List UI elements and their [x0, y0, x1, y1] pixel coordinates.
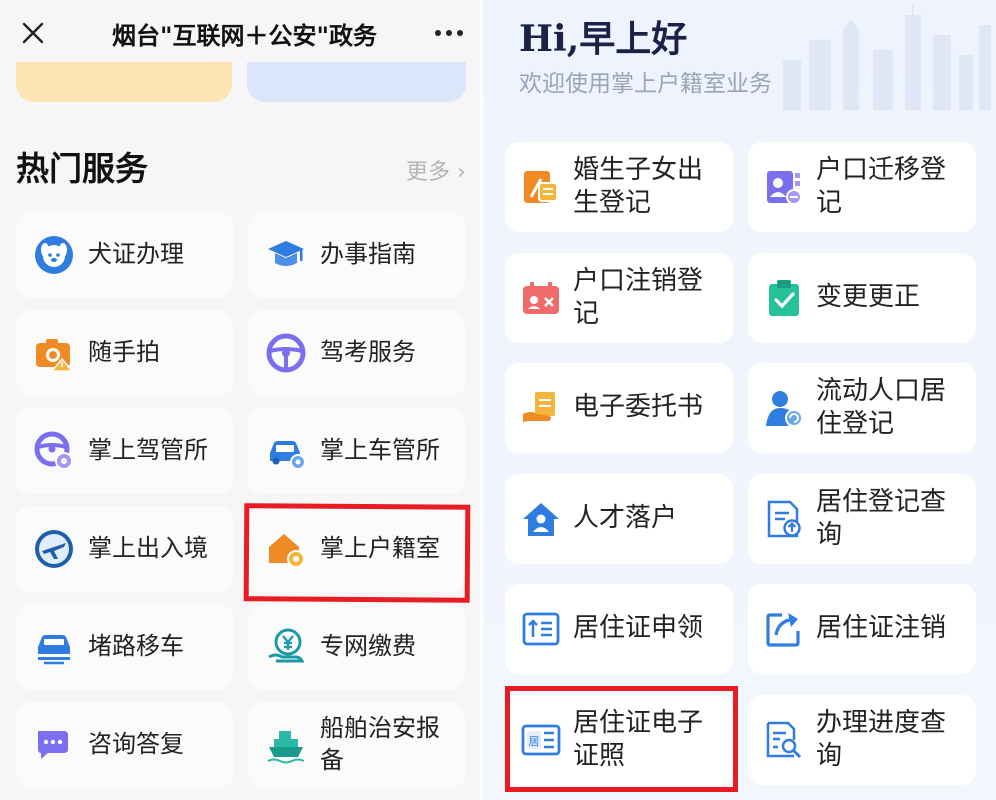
service-label: 电子委托书 — [573, 392, 704, 422]
service-label: 婚生子女出生登记 — [573, 155, 704, 218]
service-driving-test[interactable]: 驾考服务 — [248, 310, 465, 396]
dog-icon — [34, 235, 74, 275]
greeting: Hi,早上好 — [519, 18, 688, 60]
household-cancel-icon — [521, 278, 561, 318]
service-label: 专网缴费 — [320, 632, 416, 660]
steering-wheel-icon — [266, 333, 306, 373]
highlight-box — [505, 686, 738, 792]
service-e-authorization[interactable]: 电子委托书 — [505, 363, 733, 453]
promo-banner-right[interactable] — [247, 62, 466, 102]
service-label: 办事指南 — [320, 240, 416, 268]
id-card-apply-icon — [521, 609, 561, 649]
service-label: 流动人口居住登记 — [816, 376, 947, 439]
service-vehicle-management[interactable]: 掌上车管所 — [248, 408, 465, 494]
service-driver-management[interactable]: 掌上驾管所 — [16, 408, 233, 494]
camera-icon — [34, 333, 74, 373]
section-title: 热门服务 — [16, 149, 148, 188]
household-registry-screen: Hi,早上好 欢迎使用掌上户籍室业务 婚生子女出生登记 户口迁移登记 户口注销登… — [483, 0, 996, 800]
hand-document-icon — [521, 388, 561, 428]
top-bar: 烟台"互联网＋公安"政务 — [0, 0, 480, 62]
document-search-icon — [764, 720, 804, 760]
service-guide[interactable]: 办事指南 — [248, 212, 465, 298]
house-person-icon — [521, 499, 561, 539]
birth-register-icon — [521, 167, 561, 207]
service-label: 居住证注销 — [816, 613, 947, 643]
service-progress-query[interactable]: 办理进度查询 — [748, 695, 976, 785]
service-label: 人才落户 — [573, 503, 678, 533]
graduation-cap-icon — [266, 235, 306, 275]
service-label: 居住证申领 — [573, 613, 704, 643]
service-label: 办理进度查询 — [816, 708, 947, 771]
service-floating-population[interactable]: 流动人口居住登记 — [748, 363, 976, 453]
service-dog-license[interactable]: 犬证办理 — [16, 212, 233, 298]
car-gear-icon — [266, 431, 306, 471]
ship-icon — [266, 725, 306, 765]
highlight-box — [243, 503, 471, 603]
hot-services-screen: 烟台"互联网＋公安"政务 热门服务 更多 › 犬证办理 办事指南 随手拍 驾考服… — [0, 0, 480, 800]
service-online-payment[interactable]: 专网缴费 — [248, 604, 465, 690]
service-change-correction[interactable]: 变更更正 — [748, 253, 976, 343]
steering-wheel-gear-icon — [34, 431, 74, 471]
service-label: 掌上驾管所 — [88, 436, 208, 464]
service-label: 咨询答复 — [88, 730, 184, 758]
service-residence-permit-cancel[interactable]: 居住证注销 — [748, 584, 976, 674]
household-transfer-icon — [764, 167, 804, 207]
service-label: 变更更正 — [816, 282, 921, 312]
service-residence-permit-apply[interactable]: 居住证申领 — [505, 584, 733, 674]
page-title: 烟台"互联网＋公安"政务 — [112, 22, 378, 48]
service-label: 随手拍 — [88, 338, 160, 366]
service-label: 船舶治安报备 — [320, 714, 440, 774]
service-label: 堵路移车 — [88, 632, 184, 660]
service-label: 驾考服务 — [320, 338, 416, 366]
service-exit-entry[interactable]: 掌上出入境 — [16, 506, 233, 592]
airplane-globe-icon — [34, 529, 74, 569]
service-household-cancel[interactable]: 户口注销登记 — [505, 253, 733, 343]
service-snapshot[interactable]: 随手拍 — [16, 310, 233, 396]
service-label: 掌上车管所 — [320, 436, 440, 464]
car-move-icon — [34, 627, 74, 667]
document-upload-icon — [764, 499, 804, 539]
city-skyline-illustration — [783, 5, 991, 110]
service-consultation[interactable]: 咨询答复 — [16, 702, 233, 788]
share-arrow-icon — [764, 609, 804, 649]
more-link[interactable]: 更多 › — [406, 154, 466, 186]
service-label: 犬证办理 — [88, 240, 184, 268]
welcome-text: 欢迎使用掌上户籍室业务 — [519, 71, 772, 97]
more-options-icon[interactable] — [432, 20, 466, 46]
service-household-transfer[interactable]: 户口迁移登记 — [748, 142, 976, 232]
service-label: 户口注销登记 — [573, 266, 704, 329]
clipboard-check-icon — [764, 278, 804, 318]
person-refresh-icon — [764, 388, 804, 428]
service-label: 户口迁移登记 — [816, 155, 947, 218]
promo-banner-left[interactable] — [16, 62, 232, 102]
yen-hand-icon — [266, 627, 306, 667]
service-birth-registration[interactable]: 婚生子女出生登记 — [505, 142, 733, 232]
service-move-car[interactable]: 堵路移车 — [16, 604, 233, 690]
chat-bubbles-icon — [34, 725, 74, 765]
service-ship-report[interactable]: 船舶治安报备 — [248, 702, 465, 788]
service-talent-settlement[interactable]: 人才落户 — [505, 474, 733, 564]
close-icon[interactable] — [18, 18, 48, 48]
service-label: 居住登记查询 — [816, 487, 947, 550]
service-label: 掌上出入境 — [88, 534, 208, 562]
service-residence-query[interactable]: 居住登记查询 — [748, 474, 976, 564]
